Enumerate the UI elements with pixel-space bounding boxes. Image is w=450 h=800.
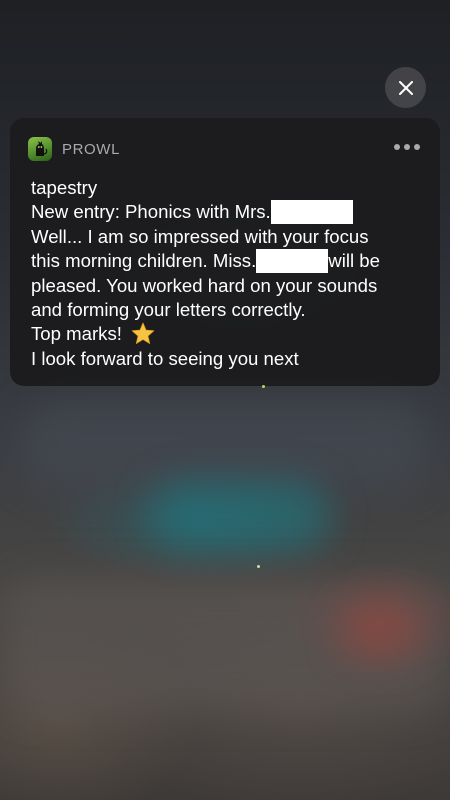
background-speck bbox=[262, 385, 265, 388]
background-speck bbox=[257, 565, 260, 568]
redaction-box bbox=[270, 200, 353, 224]
notification-text: will be bbox=[328, 250, 380, 272]
background-blur bbox=[150, 480, 330, 550]
notification-line: this morning children. Miss. will be bbox=[31, 248, 426, 273]
notification-line: Top marks! bbox=[31, 322, 426, 346]
notification-text: New entry: Phonics with Mrs. bbox=[31, 201, 271, 223]
background-blur bbox=[340, 600, 420, 660]
notification-header: PROWL bbox=[28, 136, 422, 162]
notification-text: Top marks! bbox=[31, 323, 122, 345]
background-blur bbox=[20, 400, 430, 490]
notification-text: Well... I am so impressed with your focu… bbox=[31, 225, 369, 247]
notification-text: pleased. You worked hard on your sounds bbox=[31, 274, 378, 296]
notification-text: I look forward to seeing you next bbox=[31, 347, 299, 369]
notification-body: tapestry New entry: Phonics with Mrs. We… bbox=[31, 176, 426, 371]
notification-card[interactable]: PROWL tapestry New entry: Phonics with M… bbox=[10, 118, 440, 386]
app-name: PROWL bbox=[62, 140, 121, 158]
notification-text: and forming your letters correctly. bbox=[31, 299, 306, 321]
notification-line: New entry: Phonics with Mrs. bbox=[31, 200, 426, 224]
redaction-box bbox=[256, 248, 329, 273]
more-options-icon[interactable] bbox=[394, 144, 420, 150]
lock-screen: PROWL tapestry New entry: Phonics with M… bbox=[0, 0, 450, 800]
close-button[interactable] bbox=[385, 67, 426, 108]
prowl-cat-icon bbox=[28, 137, 52, 161]
notification-text: this morning children. Miss. bbox=[31, 250, 257, 272]
close-icon bbox=[398, 80, 413, 95]
star-icon bbox=[131, 322, 155, 344]
notification-title: tapestry bbox=[31, 177, 98, 198]
